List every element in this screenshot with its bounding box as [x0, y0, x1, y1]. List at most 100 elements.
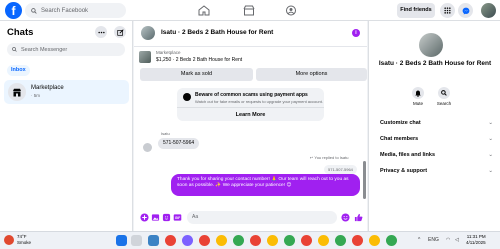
weather-icon[interactable]	[4, 235, 14, 245]
details-avatar[interactable]	[419, 33, 443, 57]
message-input[interactable]: Aa	[187, 211, 337, 224]
groups-icon[interactable]	[285, 5, 297, 16]
plus-circle-icon[interactable]	[140, 213, 149, 222]
message-composer: GIF Aa	[134, 206, 367, 231]
details-title: Isatu · 2 Beds 2 Bath House for Rent	[378, 60, 492, 67]
conversation-avatar	[8, 83, 26, 101]
sticker-icon[interactable]	[162, 213, 171, 222]
top-navigation-bar: f Search Facebook Find friends	[0, 0, 500, 21]
profile-avatar[interactable]	[481, 3, 496, 18]
new-message-button[interactable]	[114, 26, 126, 38]
chrome-icon[interactable]	[284, 235, 295, 246]
windows-taskbar: 74°F Smoke ^ ENG ◠ ◁ 11:31 PM 4/11/2025	[0, 231, 500, 249]
info-icon[interactable]: i	[352, 29, 360, 37]
menu-button[interactable]	[440, 3, 455, 18]
chrome-icon[interactable]	[352, 235, 363, 246]
home-icon[interactable]	[198, 5, 210, 16]
clock-date: 4/11/2025	[466, 240, 486, 245]
chat-header: Isatu · 2 Beds 2 Bath House for Rent i	[134, 21, 367, 47]
chrome-icon[interactable]	[386, 235, 397, 246]
facebook-search-bar[interactable]: Search Facebook	[25, 3, 126, 18]
system-tray-chevron-icon[interactable]: ^	[418, 237, 420, 243]
chrome-icon[interactable]	[250, 235, 261, 246]
privacy-support-row[interactable]: Privacy & support ⌄	[380, 165, 493, 177]
chat-title[interactable]: Isatu · 2 Beds 2 Bath House for Rent	[161, 29, 273, 36]
facebook-logo[interactable]: f	[5, 2, 22, 19]
more-dots-icon	[97, 31, 105, 33]
messenger-search-placeholder: Search Messenger	[21, 46, 68, 53]
file-explorer-icon[interactable]	[148, 235, 159, 246]
chevron-down-icon: ⌄	[488, 168, 493, 174]
conversation-details-panel: Isatu · 2 Beds 2 Bath House for Rent Mut…	[368, 21, 500, 231]
chrome-icon[interactable]	[318, 235, 329, 246]
bell-icon	[415, 90, 421, 97]
listing-tag: Marketplace	[156, 50, 181, 55]
outgoing-message[interactable]: Thank you for sharing your contact numbe…	[171, 174, 360, 196]
customize-chat-row[interactable]: Customize chat ⌄	[380, 117, 493, 129]
weather-condition: Smoke	[17, 239, 32, 245]
chat-members-label: Chat members	[380, 136, 419, 142]
listing-thumbnail[interactable]	[139, 51, 151, 63]
emoji-icon[interactable]	[341, 213, 350, 222]
search-icon	[441, 90, 447, 96]
scam-warning-description: Watch out for fake emails or requests to…	[195, 99, 323, 104]
customize-chat-label: Customize chat	[380, 120, 421, 126]
volume-icon[interactable]: ◁	[455, 237, 459, 243]
sender-avatar[interactable]	[143, 143, 152, 152]
store-icon	[13, 88, 21, 96]
chrome-icon[interactable]	[301, 235, 312, 246]
incoming-message[interactable]: 571-507-5964	[158, 138, 200, 149]
gif-icon[interactable]: GIF	[173, 213, 182, 222]
chat-scrollbar[interactable]	[363, 161, 366, 199]
quoted-message[interactable]: 571-507-5964	[324, 165, 357, 174]
search-in-conversation-button[interactable]: Search	[432, 87, 456, 106]
svg-text:GIF: GIF	[175, 216, 180, 220]
grid-menu-icon	[444, 7, 451, 14]
weather-widget[interactable]: 74°F Smoke	[17, 234, 31, 245]
mute-button[interactable]: Mute	[406, 87, 430, 106]
inbox-tab[interactable]: Inbox	[7, 65, 30, 76]
messenger-search-input[interactable]: Search Messenger	[7, 43, 125, 56]
chat-window: Isatu · 2 Beds 2 Bath House for Rent i M…	[134, 21, 367, 231]
listing-price[interactable]: $1,250 · 2 Beds 2 Bath House for Rent	[156, 57, 242, 63]
chrome-icon[interactable]	[267, 235, 278, 246]
conversation-item-marketplace[interactable]: Marketplace · 5m	[4, 80, 129, 104]
chats-heading: Chats	[7, 27, 34, 38]
replied-label: ↩ You replied to Isatu	[310, 155, 349, 160]
search-icon	[31, 7, 37, 14]
app-icon[interactable]	[182, 235, 193, 246]
chat-members-row[interactable]: Chat members ⌄	[380, 133, 493, 145]
more-options-button[interactable]: More options	[256, 68, 367, 81]
compose-icon	[116, 28, 124, 36]
chrome-icon[interactable]	[335, 235, 346, 246]
mute-label: Mute	[412, 101, 423, 106]
learn-more-button[interactable]: Learn More	[177, 107, 324, 121]
chrome-icon[interactable]	[199, 235, 210, 246]
conversation-time: · 5m	[31, 93, 40, 98]
search-label: Search	[436, 101, 452, 106]
chrome-icon[interactable]	[216, 235, 227, 246]
chrome-icon[interactable]	[369, 235, 380, 246]
chat-avatar[interactable]	[141, 26, 155, 40]
media-files-links-row[interactable]: Media, files and links ⌄	[380, 149, 493, 161]
wifi-icon[interactable]: ◠	[446, 237, 450, 243]
scam-warning-title: Beware of common scams using payment app…	[195, 92, 308, 98]
chrome-icon[interactable]	[165, 235, 176, 246]
options-button[interactable]	[95, 26, 107, 38]
chrome-icon[interactable]	[233, 235, 244, 246]
search-icon	[12, 47, 17, 52]
system-clock[interactable]: 11:31 PM 4/11/2025	[466, 234, 486, 246]
start-icon[interactable]	[116, 235, 127, 246]
marketplace-icon[interactable]	[243, 5, 255, 16]
sender-name: Isatu	[161, 131, 170, 136]
image-icon[interactable]	[151, 213, 160, 222]
replied-label-text: You replied to Isatu	[314, 155, 349, 160]
thumbs-up-icon[interactable]	[354, 213, 363, 222]
language-indicator[interactable]: ENG	[428, 237, 439, 243]
messenger-button[interactable]	[458, 3, 473, 18]
find-friends-button[interactable]: Find friends	[397, 3, 435, 18]
chevron-down-icon: ⌄	[488, 136, 493, 142]
mark-as-sold-button[interactable]: Mark as sold	[140, 68, 253, 81]
search-icon[interactable]	[131, 235, 142, 246]
chats-sidebar: Chats Search Messenger Inbox Marketplace…	[0, 21, 133, 231]
